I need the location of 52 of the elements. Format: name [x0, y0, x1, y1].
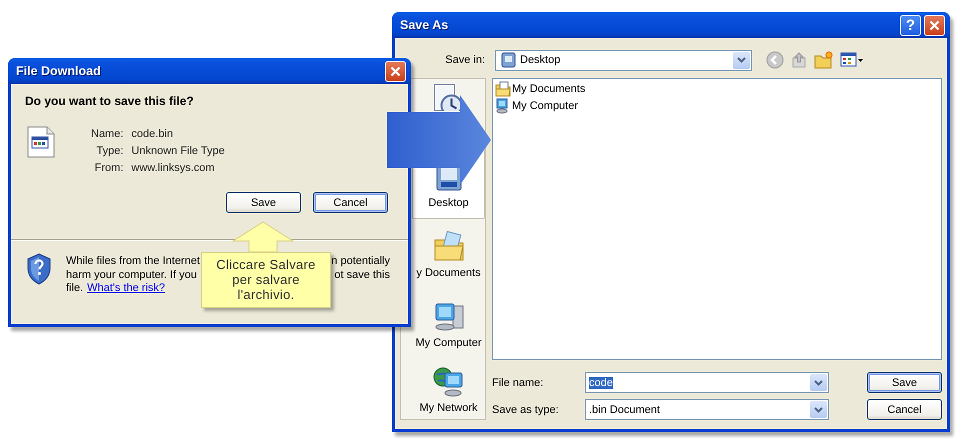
file-icon: [27, 126, 55, 158]
desktop-icon: [499, 52, 517, 68]
window-title: File Download: [16, 64, 102, 78]
cancel-button[interactable]: Cancel: [867, 399, 942, 420]
dropdown-button[interactable]: [733, 52, 750, 68]
save-button[interactable]: Save: [867, 372, 942, 393]
file-item[interactable]: My Documents: [495, 81, 586, 97]
warning-text: While files from the Internet: [66, 255, 200, 268]
help-button[interactable]: ?: [900, 14, 921, 36]
new-folder-icon[interactable]: [814, 51, 834, 69]
dropdown-button[interactable]: [810, 401, 827, 418]
file-type-label: Save as type:: [492, 404, 560, 416]
places-item[interactable]: My Computer: [412, 289, 485, 359]
warning-text: ot save this: [334, 268, 390, 282]
close-icon: [390, 66, 401, 76]
detail-label: Name:: [91, 128, 124, 140]
detail-value: code.bin: [131, 128, 174, 140]
chevron-icon: [814, 406, 823, 412]
file-name-label: File name:: [492, 376, 544, 388]
back-icon[interactable]: [766, 51, 784, 69]
question-text: Do you want to save this file?: [25, 94, 195, 110]
chevron-icon: [737, 57, 746, 63]
close-button[interactable]: [385, 60, 406, 82]
warning-text: harm your computer. If you: [66, 268, 197, 282]
cancel-button[interactable]: Cancel: [313, 192, 388, 213]
network-computer-icon: [432, 364, 464, 398]
close-icon: [929, 20, 940, 30]
save-in-label: Save in:: [444, 54, 485, 66]
folder-icon: [495, 81, 511, 97]
detail-value: Unknown File Type: [131, 145, 225, 157]
close-button[interactable]: [924, 14, 945, 36]
file-type-dropdown[interactable]: .bin Document: [585, 399, 829, 420]
folder-icon: [432, 230, 464, 264]
save-button[interactable]: Save: [226, 192, 301, 213]
chevron-icon: [814, 380, 823, 386]
detail-label: From:: [94, 162, 124, 174]
shield-question-icon: [26, 253, 52, 285]
detail-value: www.linksys.com: [131, 162, 216, 174]
warning-text: n potentially: [331, 255, 390, 268]
file-name-field[interactable]: code: [585, 372, 829, 393]
places-item[interactable]: My Network: [412, 359, 485, 419]
view-menu-icon[interactable]: [840, 51, 864, 69]
risk-link[interactable]: What's the risk?: [87, 282, 166, 296]
warning-text: file.: [66, 282, 84, 296]
save-in-dropdown[interactable]: Desktop: [495, 50, 752, 70]
window-title: Save As: [400, 18, 450, 32]
pointer-arrow: [231, 221, 295, 252]
detail-label: Type:: [96, 145, 124, 157]
file-item[interactable]: My Computer: [495, 98, 578, 114]
places-item[interactable]: y Documents: [412, 219, 485, 289]
dropdown-button[interactable]: [810, 374, 827, 391]
callout: Cliccare Salvare per salvare l'archivio.: [201, 252, 331, 308]
